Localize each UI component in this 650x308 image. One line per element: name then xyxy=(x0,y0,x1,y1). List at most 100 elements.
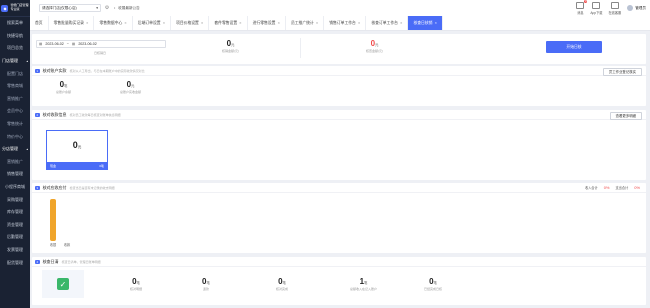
close-icon[interactable]: ✕ xyxy=(163,21,166,25)
close-icon[interactable]: ✕ xyxy=(358,21,361,25)
tab[interactable]: 核查订单工作台 ✕ xyxy=(366,16,409,30)
section-subtitle: 核查日清单，管理日账单明细 xyxy=(61,259,101,264)
close-icon[interactable]: ✕ xyxy=(277,21,280,25)
sidebar-item[interactable]: 项目总览 xyxy=(0,42,30,55)
calendar-icon: ▦ xyxy=(39,42,43,46)
income-total-label: 收入合计 xyxy=(584,186,598,190)
tab[interactable]: 核查日核销 ✕ xyxy=(408,16,443,30)
tab-label: 套件零售设置 xyxy=(214,20,238,25)
sidebar-item[interactable]: 库存管理 xyxy=(0,206,30,219)
logo-text: 智能门店管理 专业版 xyxy=(10,3,29,11)
sidebar-item[interactable]: 特价中心 xyxy=(0,130,30,143)
start-verification-button[interactable]: 开始日核 xyxy=(546,41,602,53)
tab-bar: 首页 零售批量购买记录 ✕ 零售数据中心 ✕ 后端订单设置 ✕ 项目价格设置 ✕ 套件零售设置 ✕ 进… xyxy=(30,16,650,31)
sidebar-item[interactable]: 采购管理 xyxy=(0,193,30,206)
sidebar-item[interactable]: 搜索菜单 xyxy=(0,17,30,30)
cash-card-footer: 现金 0笔 xyxy=(47,162,107,169)
stat-label: 总账户实收金额 xyxy=(120,90,142,94)
tab[interactable]: 零售批量购买记录 ✕ xyxy=(49,16,95,30)
sidebar-item[interactable]: 门店管理 ▴ xyxy=(0,55,30,68)
sidebar-item[interactable]: 后勤管理 xyxy=(0,231,30,244)
sidebar-item[interactable]: 零售商城 xyxy=(0,80,30,93)
sidebar-item[interactable]: 小程序商城 xyxy=(0,181,30,194)
sidebar-item[interactable]: 销售管理 xyxy=(0,168,30,181)
sidebar-item[interactable]: 发票管理 xyxy=(0,244,30,257)
tab[interactable]: 零售数据中心 ✕ xyxy=(94,16,133,30)
cash-label: 现金 xyxy=(50,163,57,168)
tab-label: 零售批量购买记录 xyxy=(53,20,84,25)
staff-verify-button[interactable]: 员工作业登记核实 xyxy=(602,67,642,76)
sidebar-item-label: 营销推广 xyxy=(7,158,23,164)
stat-unit: 元 xyxy=(375,43,379,47)
close-icon[interactable]: ✕ xyxy=(86,21,89,25)
stat-unit: 笔 xyxy=(206,281,210,285)
close-icon[interactable]: ✕ xyxy=(434,21,437,25)
close-icon[interactable]: ✕ xyxy=(400,21,403,25)
mail-icon xyxy=(576,1,585,9)
sidebar-item[interactable]: 会员中心 xyxy=(0,105,30,118)
stat-label: 核查金额(元) xyxy=(366,49,383,53)
avatar xyxy=(627,5,634,11)
message-badge: 9 xyxy=(583,0,588,3)
sidebar-item-label: 营销推广 xyxy=(7,95,23,101)
headset-icon xyxy=(610,1,619,9)
sidebar-item[interactable]: 配货管理 xyxy=(0,256,30,269)
tab[interactable]: 项目价格设置 ✕ xyxy=(171,16,210,30)
summary-card: ▦ 2023-06-02 ~ ▦ 2023-06-02 日核销日 0元 核销金额… xyxy=(32,34,646,64)
sidebar-item[interactable]: 零售统计 xyxy=(0,118,30,131)
section-number: 4 xyxy=(35,259,40,264)
stat-label: 核对明细 xyxy=(130,287,143,291)
tab-label: 首页 xyxy=(35,20,43,25)
tab[interactable]: 后端订单设置 ✕ xyxy=(133,16,172,30)
store-select[interactable]: 请选择门店(仅限心店) ▾ xyxy=(39,4,101,12)
section-header: 3 核对应收应付 检查当日是否有未记录的收支明细 xyxy=(32,183,646,193)
tab[interactable]: 员工推广统计 ✕ xyxy=(286,16,325,30)
settings-icon[interactable]: ⚙ xyxy=(104,5,110,11)
sidebar-item[interactable]: 分店管理 ▴ xyxy=(0,143,30,156)
daily-check-stat: 0笔 核对明细 xyxy=(130,277,142,291)
tab-label: 销售订单工作台 xyxy=(329,20,356,25)
sidebar-item[interactable]: 营销推广 xyxy=(0,93,30,106)
stat-check-amount: 0元 核查金额(元) xyxy=(366,39,383,53)
tab-label: 进行零售设置 xyxy=(252,20,276,25)
tab[interactable]: 套件零售设置 ✕ xyxy=(209,16,248,30)
chevron-up-icon: ▴ xyxy=(26,147,28,152)
daily-check-stat: 0笔 退款 xyxy=(202,277,210,291)
date-range-picker[interactable]: ▦ 2023-06-02 ~ ▦ 2023-06-02 xyxy=(36,40,166,48)
close-icon[interactable]: ✕ xyxy=(316,21,319,25)
section-number: 2 xyxy=(35,112,40,117)
app-download-button[interactable]: App下载 xyxy=(590,1,602,15)
sidebar-item-label: 库存管理 xyxy=(7,209,23,215)
sidebar-item[interactable]: 配置门店 xyxy=(0,67,30,80)
stat-unit: 笔 xyxy=(64,84,68,88)
view-more-button[interactable]: 查看更多明细 xyxy=(609,111,642,120)
close-icon[interactable]: ✕ xyxy=(201,21,204,25)
date-caption: 日核销日 xyxy=(94,51,107,55)
announcement[interactable]: ◐ 收展最新公告 xyxy=(114,6,140,11)
daily-check-stat: 0笔 已经完成日核 xyxy=(424,277,442,291)
stat-unit: 笔 xyxy=(282,281,286,285)
section-number: 3 xyxy=(35,185,40,190)
user-menu[interactable]: 管理员 xyxy=(627,5,646,11)
sidebar-item[interactable]: 快捷导航 xyxy=(0,30,30,43)
tab[interactable]: 首页 xyxy=(30,16,49,30)
topbar: 请选择门店(仅限心店) ▾ ⚙ ◐ 收展最新公告 9 消息 App下载 在线客服… xyxy=(30,0,650,17)
tab[interactable]: 进行零售设置 ✕ xyxy=(248,16,286,30)
expense-total-label: 支出合计 xyxy=(615,186,629,190)
close-icon[interactable]: ✕ xyxy=(124,21,127,25)
chart-category-label: 收款 xyxy=(64,242,71,247)
online-service-button[interactable]: 在线客服 xyxy=(608,1,621,15)
tab[interactable]: 销售订单工作台 ✕ xyxy=(324,16,367,30)
tab-label: 零售数据中心 xyxy=(99,20,123,25)
close-icon[interactable]: ✕ xyxy=(239,21,242,25)
stat-verified-amount: 0元 核销金额(元) xyxy=(222,39,239,53)
check-icon: ✓ xyxy=(57,278,69,290)
cash-card[interactable]: 0元 现金 0笔 xyxy=(46,130,108,170)
sidebar-item[interactable]: 营销推广 xyxy=(0,156,30,169)
section-header: 4 核查日清 核查日清单，管理日账单明细 xyxy=(32,257,646,267)
messages-button[interactable]: 9 消息 xyxy=(576,0,588,15)
stat-unit: 笔 xyxy=(433,281,437,285)
sidebar-item[interactable]: 资金管理 xyxy=(0,219,30,232)
end-date: 2023-06-02 xyxy=(78,42,97,46)
announcement-text: 收展最新公告 xyxy=(118,5,140,10)
